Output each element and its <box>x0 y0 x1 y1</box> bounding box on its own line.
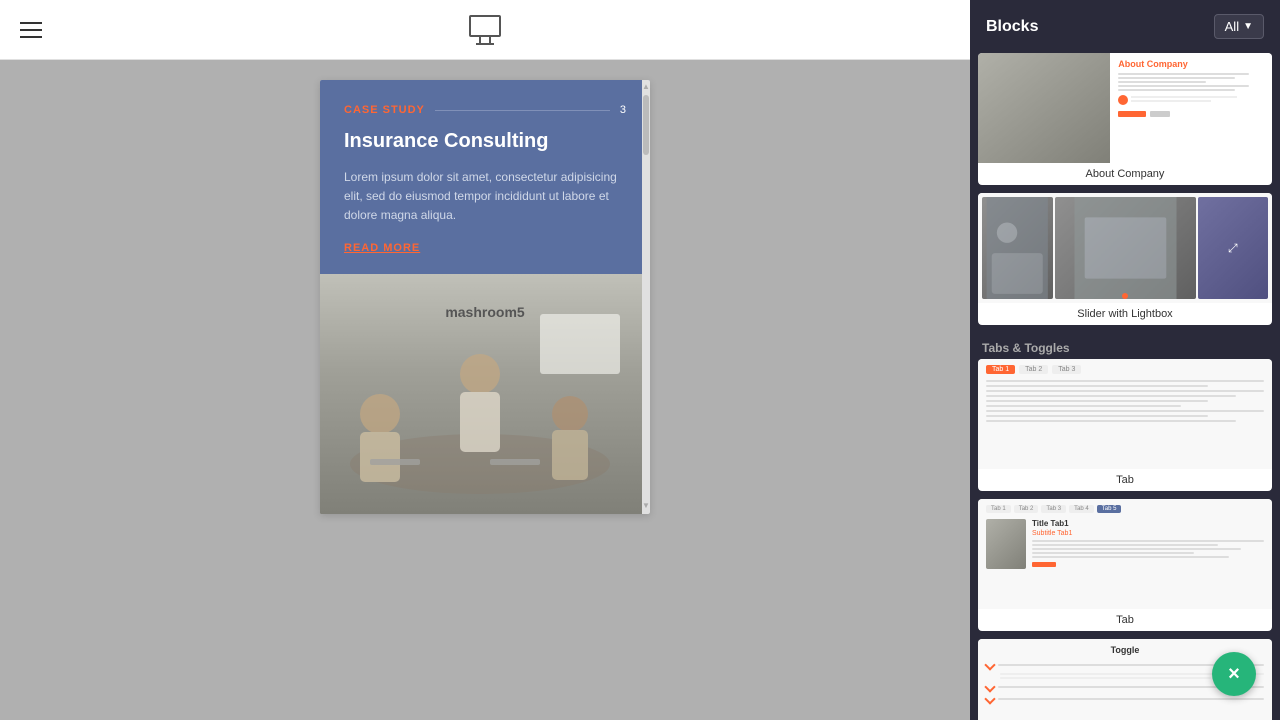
tab-2-pill-4: Tab 4 <box>1069 505 1094 513</box>
top-bar <box>0 0 970 60</box>
expand-icon: ⤢ <box>1228 241 1238 256</box>
case-study-section: CASE STUDY 3 Insurance Consulting Lorem … <box>320 80 650 274</box>
tab-2-title: Title Tab1 <box>1032 519 1264 528</box>
tab-1-label: Tab <box>978 469 1272 491</box>
about-btn-orange <box>1118 111 1146 117</box>
tab-pill-1: Tab 1 <box>986 365 1015 374</box>
tabs-toggles-section-label: Tabs & Toggles <box>978 333 1272 359</box>
case-study-number: 3 <box>620 104 626 116</box>
canvas-area: CASE STUDY 3 Insurance Consulting Lorem … <box>0 60 970 720</box>
about-company-preview: About Company <box>978 53 1272 163</box>
meeting-scene: mashroom5 <box>320 274 650 514</box>
tab-2-button <box>1032 562 1056 567</box>
tab-row-1: Tab 1 Tab 2 Tab 3 <box>986 365 1264 374</box>
chevron-down-icon: ▼ <box>1243 21 1253 32</box>
tab-2-subtitle: Subtitle Tab1 <box>1032 530 1264 537</box>
tab-2-pill-2: Tab 2 <box>1014 505 1039 513</box>
scroll-arrow-down[interactable]: ▼ <box>642 501 650 510</box>
all-filter-button[interactable]: All ▼ <box>1214 14 1264 39</box>
tab-block-2[interactable]: Tab 1 Tab 2 Tab 3 Tab 4 Tab 5 Title Tab1… <box>978 499 1272 631</box>
tab-block-1[interactable]: Tab 1 Tab 2 Tab 3 <box>978 359 1272 491</box>
tab-row-2: Tab 1 Tab 2 Tab 3 Tab 4 Tab 5 <box>986 505 1264 513</box>
scroll-track[interactable]: ▲ ▼ <box>642 80 650 514</box>
tab-1-preview: Tab 1 Tab 2 Tab 3 <box>978 359 1272 469</box>
scroll-thumb[interactable] <box>643 95 649 155</box>
about-company-title-preview: About Company <box>1118 59 1264 69</box>
case-study-image: mashroom5 <box>320 274 650 514</box>
toggle-title: Toggle <box>986 645 1264 655</box>
case-study-body: Lorem ipsum dolor sit amet, consectetur … <box>344 168 626 226</box>
about-company-block[interactable]: About Company <box>978 53 1272 185</box>
tab-2-pill-1: Tab 1 <box>986 505 1011 513</box>
sidebar-title: Blocks <box>986 18 1038 36</box>
tab-1-content <box>986 380 1264 422</box>
monitor-icon <box>469 15 501 45</box>
slider-lightbox-label: Slider with Lightbox <box>978 303 1272 325</box>
read-more-link[interactable]: READ MORE <box>344 242 626 254</box>
sidebar: Blocks All ▼ About Company <box>970 0 1280 720</box>
close-icon: × <box>1228 664 1240 684</box>
tab-2-preview: Tab 1 Tab 2 Tab 3 Tab 4 Tab 5 Title Tab1… <box>978 499 1272 609</box>
hamburger-menu[interactable] <box>20 22 42 38</box>
tab-2-text: Title Tab1 Subtitle Tab1 <box>1032 519 1264 569</box>
tab-2-content: Title Tab1 Subtitle Tab1 <box>986 519 1264 569</box>
preview-card: CASE STUDY 3 Insurance Consulting Lorem … <box>320 80 650 514</box>
case-study-label: CASE STUDY <box>344 104 425 116</box>
slider-dots <box>978 293 1272 299</box>
slider-img-3: ⤢ <box>1198 197 1269 299</box>
tab-2-pill-5: Tab 5 <box>1097 505 1122 513</box>
person-icon <box>1118 95 1128 105</box>
tab-2-thumbnail <box>986 519 1026 569</box>
scroll-arrow-up[interactable]: ▲ <box>642 80 650 91</box>
slider-img-1 <box>982 197 1053 299</box>
about-image-col <box>978 53 1110 163</box>
slider-preview: ⤢ <box>978 193 1272 303</box>
about-btn-gray <box>1150 111 1170 117</box>
toggle-arrow-3 <box>984 693 995 704</box>
about-text-col: About Company <box>1110 53 1272 163</box>
main-canvas: CASE STUDY 3 Insurance Consulting Lorem … <box>0 0 970 720</box>
sidebar-header: Blocks All ▼ <box>970 0 1280 53</box>
tab-pill-3: Tab 3 <box>1052 365 1081 374</box>
toggle-arrow-1 <box>984 659 995 670</box>
close-button[interactable]: × <box>1212 652 1256 696</box>
case-study-divider <box>435 110 610 111</box>
case-study-header: CASE STUDY 3 <box>344 104 626 116</box>
tab-2-pill-3: Tab 3 <box>1041 505 1066 513</box>
slider-lightbox-block[interactable]: ⤢ Slider with Lightbox <box>978 193 1272 325</box>
tab-2-label: Tab <box>978 609 1272 631</box>
about-company-label: About Company <box>978 163 1272 185</box>
tab-pill-2: Tab 2 <box>1019 365 1048 374</box>
toggle-item-3 <box>986 695 1264 703</box>
toggle-arrow-2 <box>984 681 995 692</box>
sidebar-content[interactable]: About Company <box>970 53 1280 720</box>
case-study-title: Insurance Consulting <box>344 128 626 154</box>
slider-img-2 <box>1055 197 1196 299</box>
slider-dot-1 <box>1122 293 1128 299</box>
